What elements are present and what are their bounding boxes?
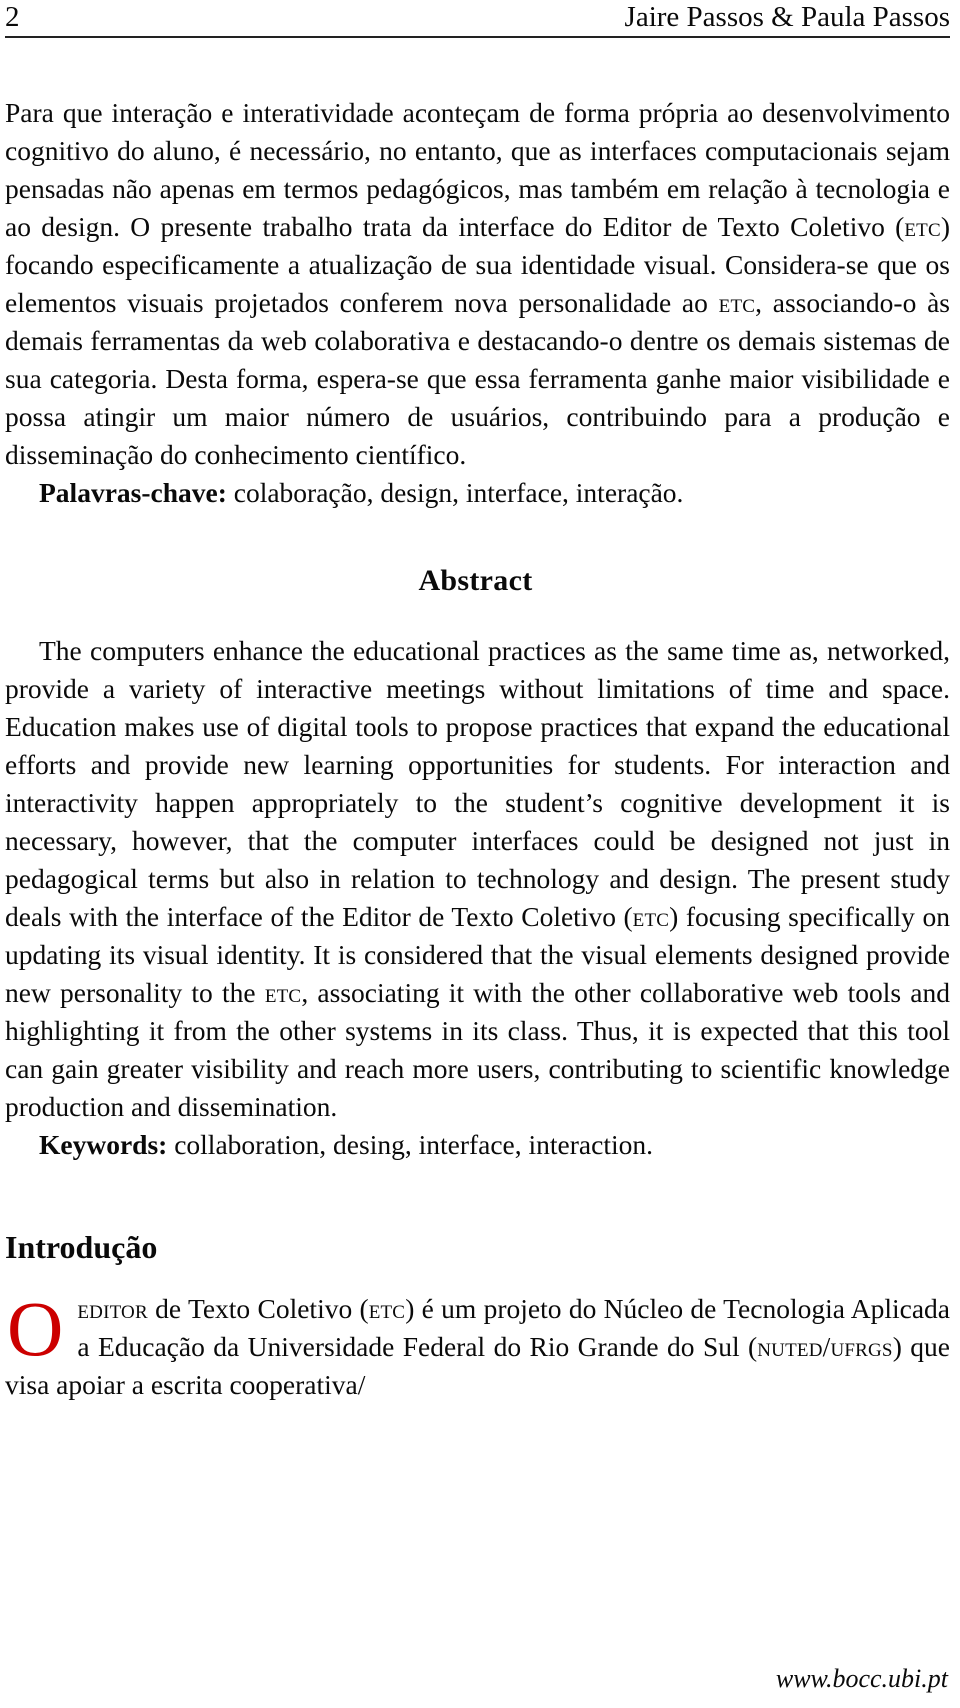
acronym-etc: etc [718, 287, 756, 319]
acronym-etc: etc [632, 901, 670, 933]
keywords-portuguese-value: colaboração, design, interface, interaçã… [233, 477, 684, 509]
abstract-portuguese-paragraph: Para que interação e interatividade acon… [5, 94, 950, 474]
header-divider [5, 36, 950, 39]
abstract-pt-text-1: Para que interação e interatividade acon… [5, 97, 950, 243]
drop-cap-letter: O [7, 1284, 64, 1372]
document-page: 2 Jaire Passos & Paula Passos Para que i… [0, 0, 960, 1708]
keywords-english-value: collaboration, desing, interface, intera… [174, 1129, 653, 1161]
acronym-nuted-ufrgs: nuted/ufrgs [757, 1330, 893, 1362]
running-head: 2 Jaire Passos & Paula Passos [5, 0, 950, 33]
abstract-heading: Abstract [418, 564, 533, 598]
abstract-en-text-1: The computers enhance the educational pr… [5, 635, 950, 933]
abstract-english: The computers enhance the educational pr… [5, 632, 950, 1164]
running-head-authors: Jaire Passos & Paula Passos [624, 1, 950, 33]
introduction-paragraph: Oeditor de Texto Coletivo (etc) é um pro… [5, 1284, 950, 1404]
lead-smallcaps-editor: editor [77, 1292, 148, 1324]
acronym-etc: etc [368, 1292, 406, 1324]
keywords-english: Keywords: collaboration, desing, interfa… [5, 1126, 950, 1164]
section-heading-introducao: Introdução [5, 1229, 158, 1266]
footer-url: www.bocc.ubi.pt [775, 1664, 948, 1693]
introduction-text-1: de Texto Coletivo ( [147, 1292, 369, 1324]
keywords-english-label: Keywords: [39, 1129, 168, 1161]
abstract-portuguese: Para que interação e interatividade acon… [5, 94, 950, 512]
keywords-portuguese: Palavras-chave: colaboração, design, int… [5, 474, 950, 512]
acronym-etc: etc [904, 211, 941, 243]
keywords-portuguese-label: Palavras-chave: [39, 477, 227, 509]
page-number: 2 [5, 1, 20, 33]
acronym-etc: etc [264, 977, 302, 1009]
abstract-english-paragraph: The computers enhance the educational pr… [5, 632, 950, 1126]
